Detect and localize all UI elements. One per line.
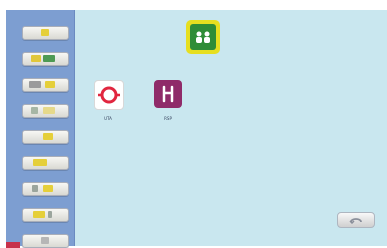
sidebar-button-7[interactable] [22,182,69,196]
mini-mark [29,81,41,88]
sidebar-accent-bar [6,242,20,248]
mini-mark [32,185,38,192]
sidebar-button-6[interactable] [22,156,69,170]
sidebar-button-1[interactable] [22,26,69,40]
mini-mark [48,211,52,218]
main-area [75,10,387,246]
red-ring-icon [98,86,120,104]
people-group-icon[interactable] [186,20,220,54]
sidebar-button-9[interactable] [22,234,69,248]
back-arrow-icon [349,218,362,224]
sidebar-button-3[interactable] [22,78,69,92]
sidebar-button-4[interactable] [22,104,69,118]
app-tile-rsp[interactable] [154,80,182,108]
mini-mark [31,107,38,114]
people-group-inner [190,24,216,50]
mini-mark [33,211,45,218]
people-icon [196,31,210,43]
mini-mark [31,55,41,62]
mini-mark [43,107,55,114]
mini-mark [41,237,49,244]
mini-mark [41,29,49,36]
mini-mark [43,133,53,140]
back-button[interactable] [337,212,375,228]
mini-mark [43,185,53,192]
mini-mark [45,81,55,88]
mini-mark [33,159,47,166]
app-label-rsp: RSP [164,116,172,121]
screen: UTA RSP [0,0,387,248]
app-tile-uta[interactable] [94,80,124,110]
sidebar [6,10,75,248]
sidebar-button-2[interactable] [22,52,69,66]
mini-mark [43,55,55,62]
sidebar-button-5[interactable] [22,130,69,144]
utensil-icon [162,85,174,103]
app-label-uta: UTA [104,116,112,121]
sidebar-button-8[interactable] [22,208,69,222]
